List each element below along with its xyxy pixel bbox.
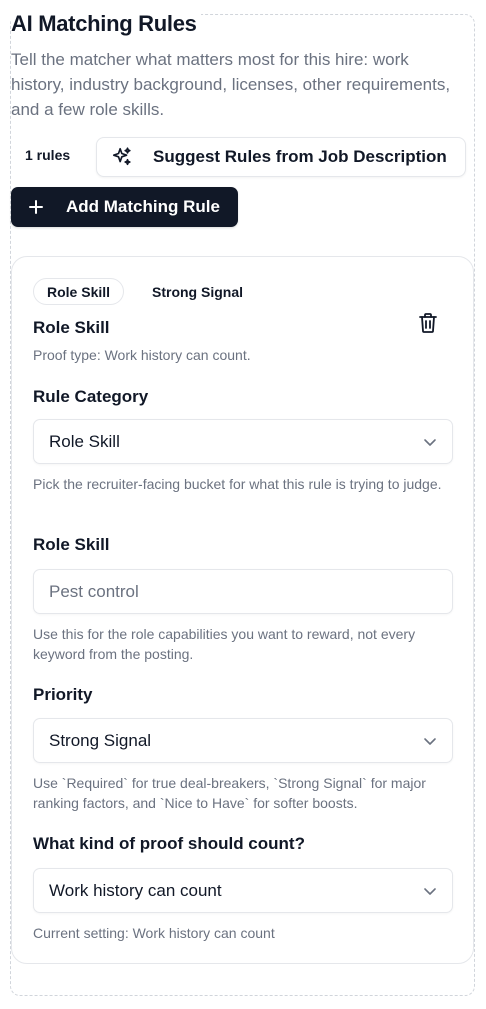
chevron-down-icon	[423, 884, 437, 898]
add-matching-rule-button[interactable]: Add Matching Rule	[11, 187, 238, 227]
priority-value: Strong Signal	[49, 730, 152, 750]
rule-heading: Role Skill	[33, 318, 110, 337]
proof-type-summary: Proof type: Work history can count.	[33, 347, 251, 363]
rule-category-help: Pick the recruiter-facing bucket for wha…	[33, 476, 442, 492]
chevron-down-icon	[423, 435, 437, 449]
priority-help: Use `Required` for true deal-breakers, `…	[33, 775, 426, 811]
rule-category-select[interactable]: Role Skill	[33, 419, 453, 464]
proof-kind-value: Work history can count	[49, 880, 222, 900]
rule-category-value: Role Skill	[49, 431, 120, 451]
rule-category-label: Rule Category	[33, 387, 149, 406]
role-skill-input[interactable]	[33, 569, 453, 614]
add-matching-rule-label: Add Matching Rule	[66, 197, 220, 216]
sparkles-icon	[111, 146, 133, 168]
chevron-down-icon	[423, 734, 437, 748]
proof-kind-label: What kind of proof should count?	[33, 834, 305, 853]
proof-kind-select[interactable]: Work history can count	[33, 868, 453, 913]
plus-icon	[28, 199, 44, 215]
proof-kind-help: Current setting: Work history can count	[33, 925, 275, 941]
priority-badge: Strong Signal	[152, 283, 243, 300]
priority-label: Priority	[33, 685, 93, 704]
page-title: AI Matching Rules	[11, 11, 201, 37]
role-skill-help: Use this for the role capabilities you w…	[33, 626, 416, 662]
rule-count: 1 rules	[25, 147, 71, 163]
delete-rule-button[interactable]	[417, 312, 439, 334]
suggest-rules-label: Suggest Rules from Job Description	[153, 147, 447, 166]
role-skill-label: Role Skill	[33, 535, 110, 554]
page-description: Tell the matcher what matters most for t…	[11, 50, 451, 119]
category-badge: Role Skill	[33, 278, 125, 305]
trash-icon	[419, 313, 437, 333]
rule-card: Role Skill Strong Signal Role Skill Proo…	[11, 256, 474, 964]
priority-select[interactable]: Strong Signal	[33, 718, 453, 763]
suggest-rules-button[interactable]: Suggest Rules from Job Description	[96, 137, 466, 177]
